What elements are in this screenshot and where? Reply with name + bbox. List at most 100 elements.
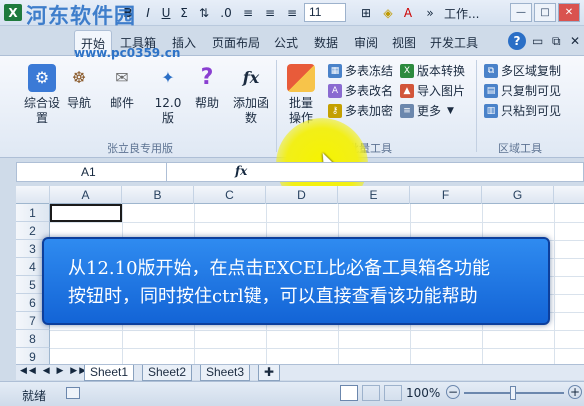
multi-freeze-button[interactable]: ▦ 多表冻结: [328, 62, 393, 80]
help-icon[interactable]: ?: [508, 32, 526, 50]
rename-icon: A: [328, 84, 342, 98]
group-label-3: 区域工具: [498, 142, 542, 155]
batch-operation-button[interactable]: 批量操作: [284, 64, 318, 126]
more-button[interactable]: ≡ 更多 ▼: [400, 102, 454, 120]
tab-page-layout[interactable]: 页面布局: [212, 34, 260, 51]
column-header[interactable]: B: [122, 186, 194, 204]
status-bar: 就绪 100% − +: [0, 381, 584, 406]
version-button[interactable]: ✦ 12.0版: [150, 64, 186, 126]
font-size-box[interactable]: 11: [304, 3, 346, 22]
sheet-tab[interactable]: Sheet3: [200, 365, 251, 381]
more-tools-icon: ≡: [400, 104, 414, 118]
ribbon-close-icon[interactable]: ✕: [570, 34, 580, 48]
navigation-button[interactable]: ☸ 导航: [64, 64, 94, 111]
column-header[interactable]: E: [338, 186, 410, 204]
column-header[interactable]: C: [194, 186, 266, 204]
sheet-nav-icon[interactable]: ◀◀ ◀ ▶ ▶▶: [20, 366, 88, 376]
copy-icon: ⧉: [484, 64, 498, 78]
version-convert-button[interactable]: X 版本转换: [400, 62, 465, 80]
more-icon[interactable]: »: [422, 4, 438, 21]
minimize-icon[interactable]: —: [510, 3, 532, 22]
tip-callout: 从12.10版开始，在点击EXCEL比必备工具箱各功能 按钮时，同时按住ctrl…: [42, 237, 550, 325]
zoom-in-icon[interactable]: +: [568, 385, 582, 399]
gear-icon: ⚙: [28, 64, 56, 92]
column-headers: A B C D E F G: [16, 186, 584, 204]
grid-line: [554, 204, 555, 364]
copy-visible-button[interactable]: ▤ 只复制可见: [484, 82, 561, 100]
zoom-slider-thumb[interactable]: [510, 386, 516, 400]
tab-review[interactable]: 审阅: [354, 34, 378, 51]
status-ready: 就绪: [22, 389, 47, 403]
paste-visible-button[interactable]: ▥ 只粘到可见: [484, 102, 561, 120]
active-cell[interactable]: [50, 204, 122, 222]
formula-bar: A1 fx: [16, 162, 584, 182]
tip-line-1: 从12.10版开始，在点击EXCEL比必备工具箱各功能: [68, 258, 491, 279]
group-separator: [476, 60, 477, 152]
decimal-icon[interactable]: .0: [218, 4, 234, 21]
grid-line: [50, 222, 584, 223]
row-header[interactable]: 8: [16, 330, 50, 348]
align-left-icon[interactable]: ≡: [240, 4, 256, 21]
ribbon-minimize-icon[interactable]: ▭: [532, 34, 543, 48]
borders-icon[interactable]: ⊞: [358, 4, 374, 21]
align-center-icon[interactable]: ≡: [262, 4, 278, 21]
macro-record-icon[interactable]: [66, 387, 80, 399]
zoom-out-icon[interactable]: −: [446, 385, 460, 399]
multi-area-copy-button[interactable]: ⧉ 多区域复制: [484, 62, 561, 80]
import-image-button[interactable]: ▲ 导入图片: [400, 82, 465, 100]
excel-logo-icon[interactable]: X: [4, 4, 22, 21]
multi-encrypt-button[interactable]: ⚷ 多表加密: [328, 102, 393, 120]
page-layout-view-icon[interactable]: [362, 385, 380, 401]
new-sheet-icon[interactable]: ✚: [258, 365, 280, 381]
align-right-icon[interactable]: ≡: [284, 4, 300, 21]
watermark-logo: 河东软件园: [26, 3, 136, 28]
sort-icon[interactable]: ⇅: [196, 4, 212, 21]
watermark-url: www.pc0359.cn: [74, 46, 181, 60]
select-all-corner[interactable]: [16, 186, 50, 204]
close-icon[interactable]: ✕: [558, 3, 580, 22]
paste-icon: ▥: [484, 104, 498, 118]
row-header[interactable]: 1: [16, 204, 50, 222]
column-header[interactable]: D: [266, 186, 338, 204]
grid-line: [50, 330, 584, 331]
tab-formulas[interactable]: 公式: [274, 34, 298, 51]
italic-icon[interactable]: I: [140, 4, 156, 21]
mail-button[interactable]: ✉ 邮件: [104, 64, 140, 111]
font-color-icon[interactable]: A: [400, 4, 416, 21]
group-separator: [276, 60, 277, 152]
sheet-tab-bar: ◀◀ ◀ ▶ ▶▶ Sheet1 Sheet2 Sheet3 ✚: [16, 364, 584, 381]
normal-view-icon[interactable]: [340, 385, 358, 401]
sheet-tab[interactable]: Sheet1: [84, 365, 135, 381]
tab-data[interactable]: 数据: [314, 34, 338, 51]
group-label-1: 张立良专用版: [107, 142, 173, 155]
tab-view[interactable]: 视图: [392, 34, 416, 51]
add-function-button[interactable]: fx 添加函数: [232, 64, 270, 126]
tip-line-2: 按钮时，同时按住ctrl键，可以直接查看该功能帮助: [68, 286, 478, 307]
tab-developer[interactable]: 开发工具: [430, 34, 478, 51]
column-header[interactable]: F: [410, 186, 482, 204]
wand-icon: ✦: [161, 68, 175, 87]
fx-icon: fx: [242, 68, 260, 87]
sheet-tab[interactable]: Sheet2: [142, 365, 193, 381]
page-break-view-icon[interactable]: [384, 385, 402, 401]
dropdown-icon: ▼: [447, 106, 454, 116]
question-icon: ?: [200, 65, 214, 90]
multi-rename-button[interactable]: A 多表改名: [328, 82, 393, 100]
fill-color-icon[interactable]: ◈: [380, 4, 396, 21]
zoom-level[interactable]: 100%: [406, 386, 440, 400]
maximize-icon[interactable]: □: [534, 3, 556, 22]
settings-button[interactable]: ⚙ 综合设置: [24, 64, 60, 126]
ribbon-restore-icon[interactable]: ⧉: [552, 34, 561, 49]
mail-icon: ✉: [115, 68, 129, 87]
name-box[interactable]: A1: [17, 163, 167, 181]
help-button[interactable]: ? 帮助: [192, 64, 222, 111]
convert-icon: X: [400, 64, 414, 78]
column-header[interactable]: G: [482, 186, 554, 204]
fx-icon[interactable]: fx: [235, 164, 247, 178]
underline-icon[interactable]: U: [158, 4, 174, 21]
row-header[interactable]: 9: [16, 348, 50, 364]
column-header[interactable]: A: [50, 186, 122, 204]
freeze-icon: ▦: [328, 64, 342, 78]
grid-line: [50, 348, 584, 349]
sum-icon[interactable]: Σ: [176, 4, 192, 21]
